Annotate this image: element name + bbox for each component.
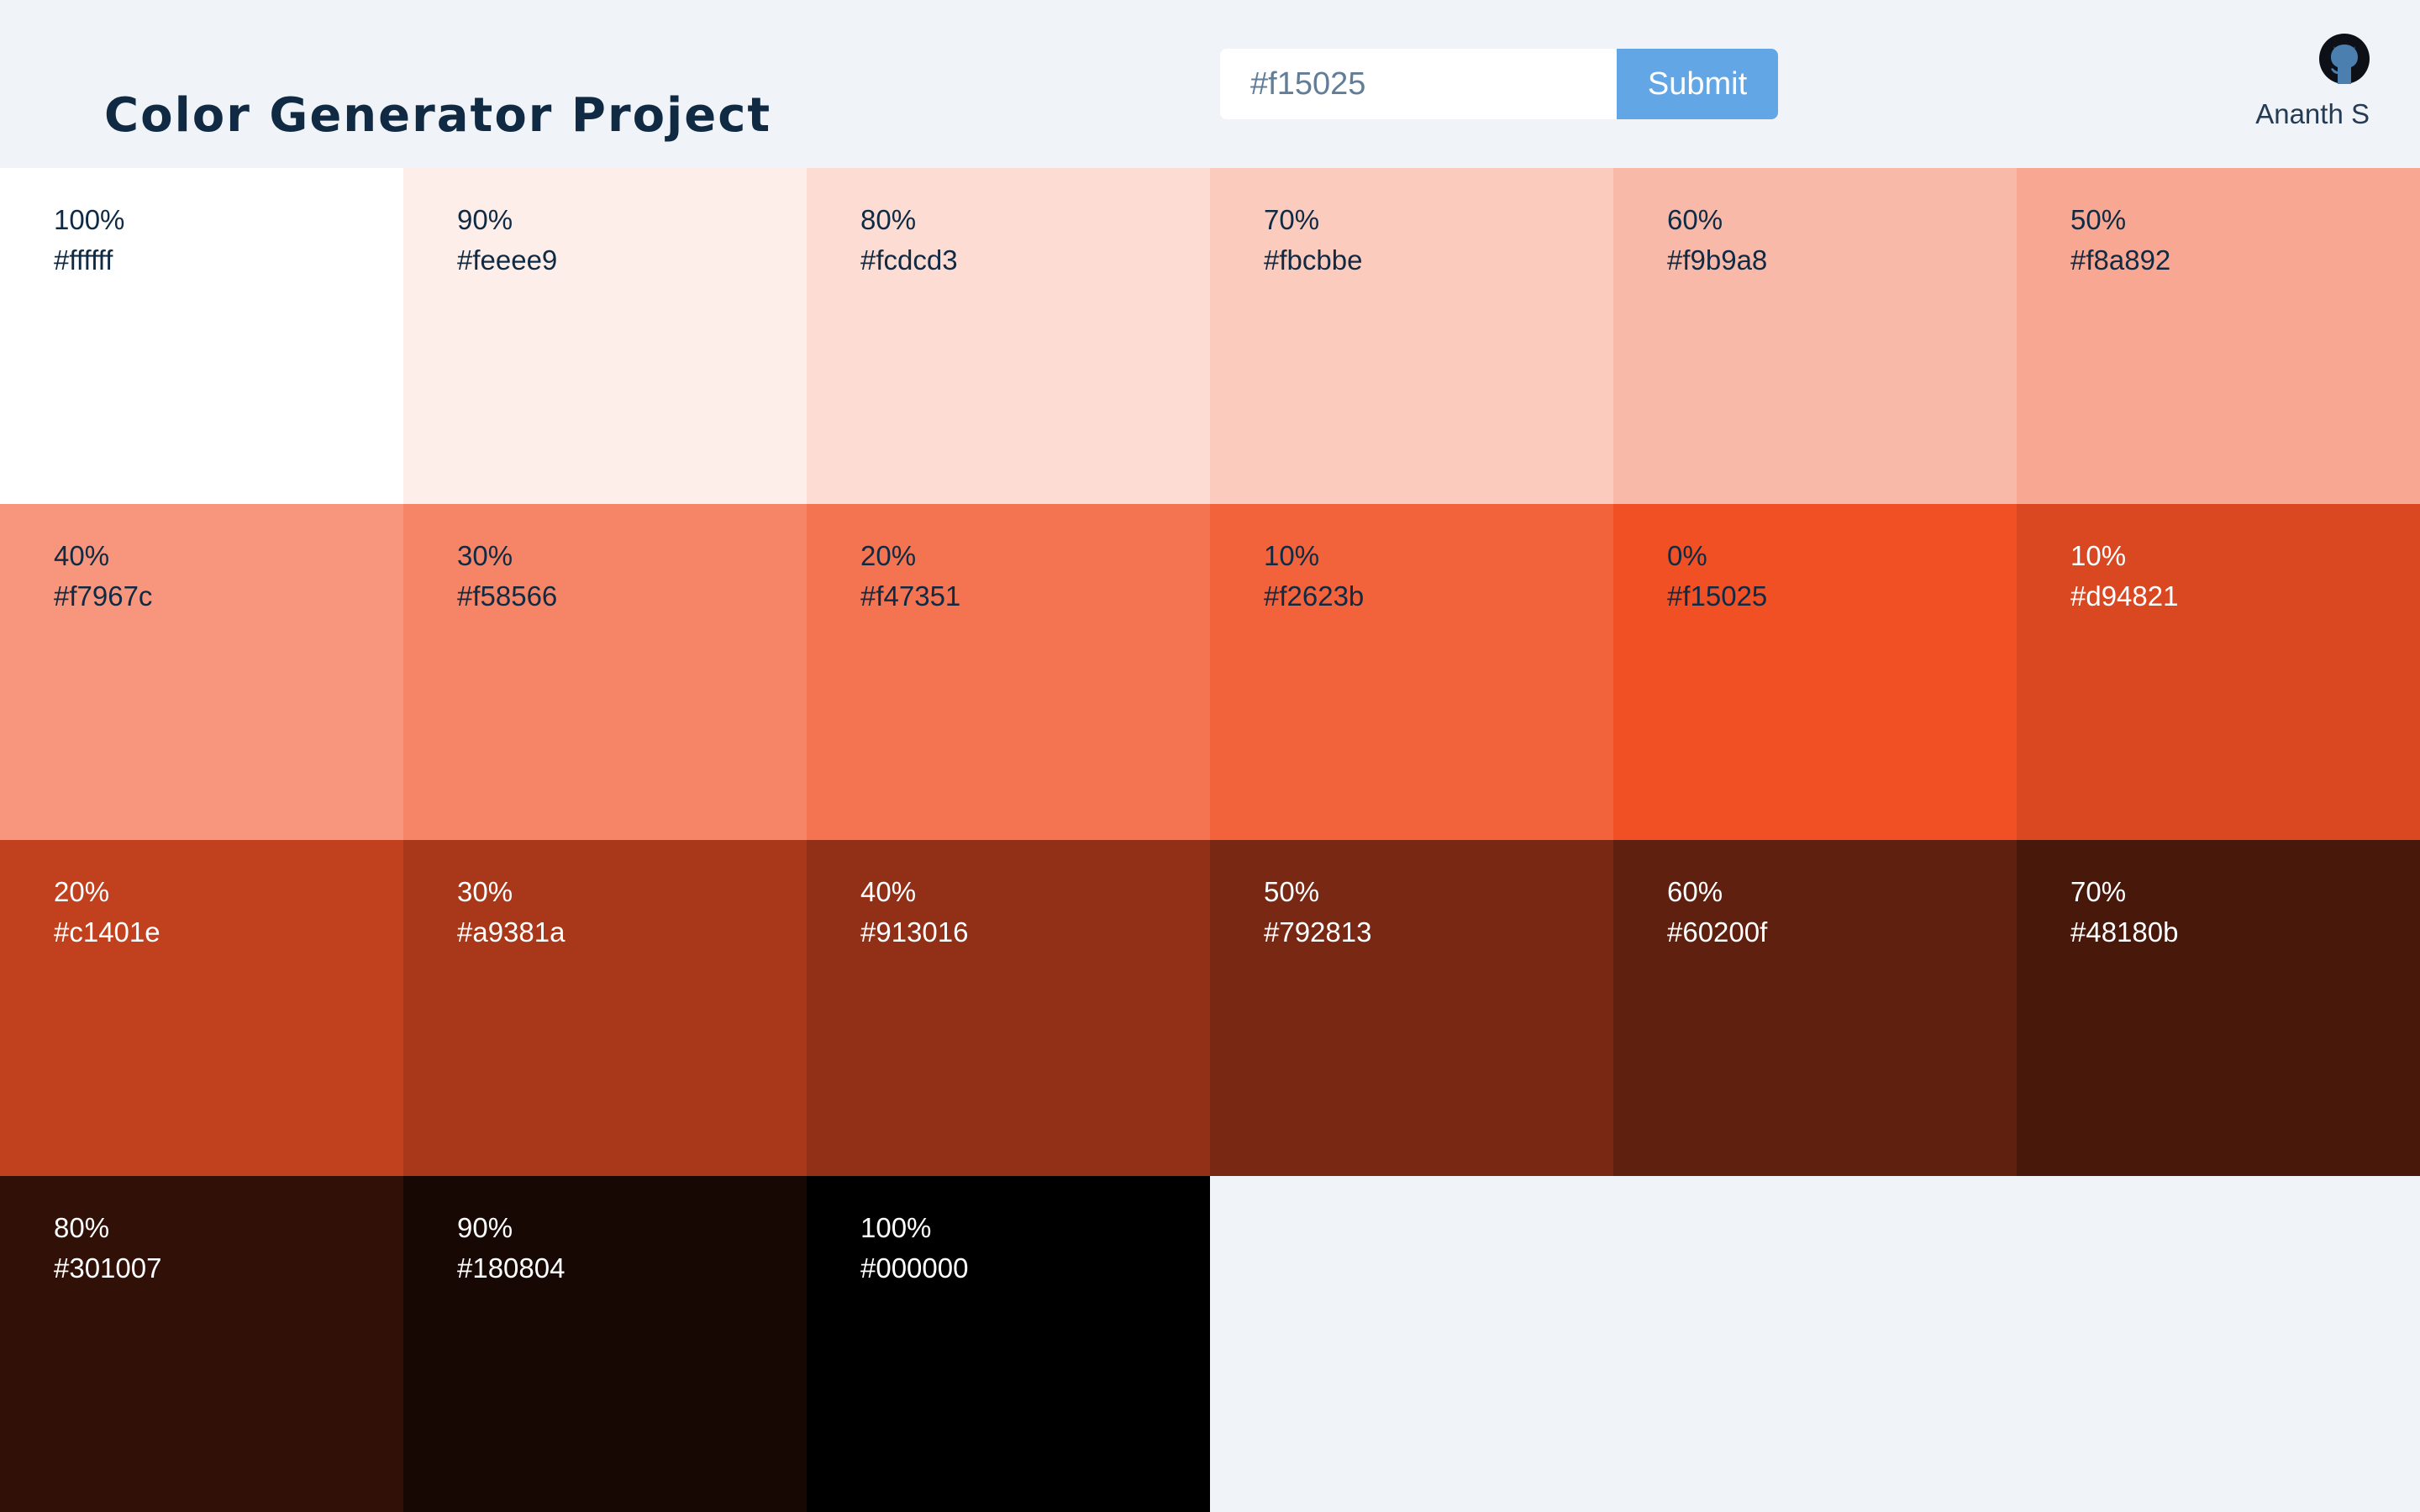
swatch-percent: 100% xyxy=(860,1212,932,1243)
swatch-percent: 40% xyxy=(54,540,110,571)
color-swatch[interactable]: 50% #792813 xyxy=(1210,840,1613,1176)
swatch-percent: 50% xyxy=(2070,204,2127,235)
swatch-percent: 90% xyxy=(457,1212,513,1243)
swatch-hex: #f15025 xyxy=(1667,580,1768,612)
swatch-percent: 70% xyxy=(2070,876,2127,907)
github-link[interactable] xyxy=(2319,34,2370,84)
swatch-hex: #48180b xyxy=(2070,916,2179,948)
swatch-percent: 20% xyxy=(860,540,917,571)
swatch-hex: #fcdcd3 xyxy=(860,244,958,276)
swatch-percent: 40% xyxy=(860,876,917,907)
submit-button[interactable]: Submit xyxy=(1617,49,1778,119)
top-bar: Color Generator Project Submit Ananth S xyxy=(0,0,2420,168)
color-swatch[interactable]: 10% #d94821 xyxy=(2017,504,2420,840)
swatch-hex: #a9381a xyxy=(457,916,566,948)
swatch-hex: #60200f xyxy=(1667,916,1768,948)
color-swatch[interactable]: 60% #60200f xyxy=(1613,840,2017,1176)
swatch-hex: #180804 xyxy=(457,1252,566,1284)
color-form: Submit xyxy=(1220,49,1778,119)
color-swatch[interactable]: 100% #000000 xyxy=(807,1176,1210,1512)
swatch-percent: 60% xyxy=(1667,876,1723,907)
swatch-hex: #301007 xyxy=(54,1252,162,1284)
swatch-hex: #feeee9 xyxy=(457,244,558,276)
swatch-percent: 60% xyxy=(1667,204,1723,235)
color-swatch[interactable]: 10% #f2623b xyxy=(1210,504,1613,840)
swatch-hex: #ffffff xyxy=(54,244,113,276)
app-root: Color Generator Project Submit Ananth S … xyxy=(0,0,2420,1512)
color-grid: 100% #ffffff 90% #feeee9 80% #fcdcd3 70% #fbcbb… xyxy=(0,168,2420,1512)
color-swatch[interactable]: 100% #ffffff xyxy=(0,168,403,504)
swatch-percent: 10% xyxy=(1264,540,1320,571)
swatch-percent: 30% xyxy=(457,540,513,571)
color-swatch[interactable]: 90% #feeee9 xyxy=(403,168,807,504)
author-name: Ananth S xyxy=(2255,98,2370,129)
color-swatch[interactable]: 90% #180804 xyxy=(403,1176,807,1512)
color-swatch[interactable]: 80% #fcdcd3 xyxy=(807,168,1210,504)
swatch-percent: 90% xyxy=(457,204,513,235)
swatch-hex: #f58566 xyxy=(457,580,558,612)
color-swatch[interactable]: 0% #f15025 xyxy=(1613,504,2017,840)
swatch-hex: #f9b9a8 xyxy=(1667,244,1768,276)
swatch-hex: #000000 xyxy=(860,1252,969,1284)
swatch-hex: #792813 xyxy=(1264,916,1372,948)
swatch-percent: 80% xyxy=(860,204,917,235)
swatch-hex: #f47351 xyxy=(860,580,961,612)
color-input[interactable] xyxy=(1220,49,1617,119)
swatch-hex: #f7967c xyxy=(54,580,153,612)
swatch-percent: 0% xyxy=(1667,540,1707,571)
color-swatch[interactable]: 40% #913016 xyxy=(807,840,1210,1176)
page-title: Color Generator Project xyxy=(104,87,772,143)
color-swatch[interactable]: 70% #fbcbbe xyxy=(1210,168,1613,504)
swatch-hex: #913016 xyxy=(860,916,969,948)
swatch-percent: 20% xyxy=(54,876,110,907)
swatch-percent: 70% xyxy=(1264,204,1320,235)
swatch-hex: #c1401e xyxy=(54,916,160,948)
color-swatch[interactable]: 30% #f58566 xyxy=(403,504,807,840)
color-swatch[interactable]: 60% #f9b9a8 xyxy=(1613,168,2017,504)
swatch-percent: 30% xyxy=(457,876,513,907)
color-swatch[interactable]: 20% #f47351 xyxy=(807,504,1210,840)
color-swatch[interactable]: 80% #301007 xyxy=(0,1176,403,1512)
swatch-percent: 50% xyxy=(1264,876,1320,907)
color-swatch[interactable]: 30% #a9381a xyxy=(403,840,807,1176)
swatch-hex: #fbcbbe xyxy=(1264,244,1363,276)
swatch-hex: #f2623b xyxy=(1264,580,1365,612)
color-swatch[interactable]: 20% #c1401e xyxy=(0,840,403,1176)
color-swatch[interactable]: 50% #f8a892 xyxy=(2017,168,2420,504)
color-swatch[interactable]: 40% #f7967c xyxy=(0,504,403,840)
swatch-hex: #d94821 xyxy=(2070,580,2179,612)
swatch-percent: 10% xyxy=(2070,540,2127,571)
swatch-percent: 80% xyxy=(54,1212,110,1243)
github-icon xyxy=(2319,34,2370,84)
swatch-hex: #f8a892 xyxy=(2070,244,2171,276)
color-swatch[interactable]: 70% #48180b xyxy=(2017,840,2420,1176)
swatch-percent: 100% xyxy=(54,204,125,235)
